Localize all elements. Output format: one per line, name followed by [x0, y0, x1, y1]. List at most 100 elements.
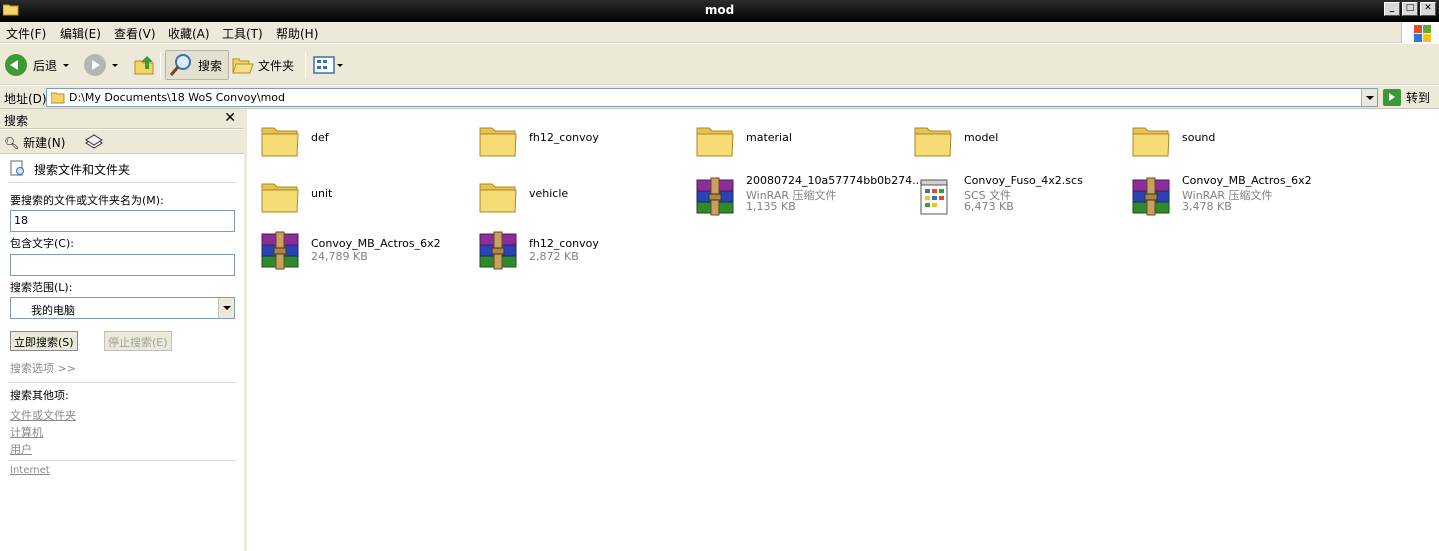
file-name: sound	[1182, 131, 1216, 144]
contains-text-input[interactable]	[10, 254, 235, 276]
folder-icon	[259, 176, 301, 218]
menu-file[interactable]: 文件(F)	[6, 25, 46, 42]
up-folder-button[interactable]	[133, 50, 157, 80]
file-item[interactable]: material	[688, 116, 898, 168]
forward-button[interactable]	[84, 50, 118, 80]
folders-label: 文件夹	[258, 58, 295, 73]
file-item[interactable]: Convoy_MB_Actros_6x2 WinRAR 压缩文件 3,478 K…	[1124, 172, 1334, 224]
search-label: 搜索	[198, 58, 223, 73]
folders-icon	[232, 58, 254, 74]
folder-icon	[259, 120, 301, 162]
views-icon	[313, 56, 335, 74]
file-name: fh12_convoy	[529, 237, 599, 250]
file-name: def	[311, 131, 329, 144]
file-name: fh12_convoy	[529, 131, 599, 144]
search-other-computer-link[interactable]: 计算机	[10, 424, 43, 440]
folder-icon	[477, 120, 519, 162]
scs-file-icon	[920, 179, 948, 215]
folder-icon	[912, 120, 954, 162]
file-name: Convoy_Fuso_4x2.scs	[964, 174, 1083, 187]
scope-field-label: 搜索范围(L):	[10, 281, 73, 294]
new-search-button[interactable]: 🔍︎ 新建(N)	[4, 134, 65, 151]
menu-help[interactable]: 帮助(H)	[276, 25, 318, 42]
menu-view[interactable]: 查看(V)	[114, 25, 156, 42]
file-item[interactable]: def	[253, 116, 463, 168]
address-bar: 地址(D) D:\My Documents\18 WoS Convoy\mod …	[0, 86, 1439, 109]
go-button[interactable]: 转到	[1383, 89, 1430, 106]
file-size: 24,789 KB	[311, 250, 368, 263]
search-other-label: 搜索其他项:	[10, 389, 69, 402]
new-search-label: 新建(N)	[23, 136, 66, 150]
maximize-button[interactable]: □	[1402, 2, 1418, 16]
file-name: unit	[311, 187, 333, 200]
scope-value: 我的电脑	[31, 304, 75, 317]
file-name: vehicle	[529, 187, 569, 200]
windows-logo-icon	[1401, 22, 1439, 43]
file-item[interactable]: model	[906, 116, 1116, 168]
search-pane-title: 搜索	[4, 114, 29, 128]
file-item[interactable]: fh12_convoy	[471, 116, 681, 168]
winrar-archive-icon	[477, 230, 519, 272]
back-arrow-icon	[5, 54, 27, 76]
search-toolbar-button[interactable]: 搜索	[165, 50, 230, 80]
document-search-icon	[10, 160, 24, 176]
address-label: 地址(D)	[4, 92, 47, 106]
chevron-down-icon[interactable]	[218, 298, 234, 318]
minimize-button[interactable]: _	[1384, 2, 1400, 16]
winrar-archive-icon	[259, 230, 301, 272]
close-button[interactable]: ✕	[1420, 2, 1436, 16]
winrar-archive-icon	[694, 176, 736, 218]
up-folder-icon	[134, 56, 154, 75]
file-size: 3,478 KB	[1182, 200, 1232, 213]
file-item[interactable]: unit	[253, 172, 463, 224]
file-name: Convoy_MB_Actros_6x2	[311, 237, 441, 250]
menu-tools[interactable]: 工具(T)	[222, 25, 263, 42]
back-button[interactable]: 后退	[5, 50, 70, 80]
search-other-internet-link[interactable]: Internet	[10, 465, 50, 476]
file-list: def fh12_convoy material model sound uni…	[250, 110, 1439, 551]
contains-field-label: 包含文字(C):	[10, 237, 74, 250]
file-item[interactable]: sound	[1124, 116, 1334, 168]
scope-select[interactable]: 我的电脑	[10, 297, 235, 319]
filename-input[interactable]: 18	[10, 210, 235, 232]
folder-icon	[694, 120, 736, 162]
winrar-archive-icon	[1130, 176, 1172, 218]
menu-edit[interactable]: 编辑(E)	[60, 25, 101, 42]
file-item[interactable]: 20080724_10a57774bb0b274... WinRAR 压缩文件 …	[688, 172, 923, 224]
file-item[interactable]: fh12_convoy 2,872 KB	[471, 226, 681, 278]
chevron-down-icon[interactable]	[112, 63, 118, 67]
address-dropdown-button[interactable]	[1361, 89, 1377, 106]
menu-bar: 文件(F) 编辑(E) 查看(V) 收藏(A) 工具(T) 帮助(H)	[0, 22, 1439, 43]
chevron-down-icon[interactable]	[63, 63, 70, 67]
close-pane-button[interactable]: ✕	[224, 110, 236, 126]
file-item[interactable]: Convoy_MB_Actros_6x2 24,789 KB	[253, 226, 463, 278]
search-files-label: 搜索文件和文件夹	[34, 162, 131, 177]
address-input[interactable]: D:\My Documents\18 WoS Convoy\mod	[46, 88, 1378, 107]
views-button[interactable]	[313, 50, 343, 80]
search-files-title: 搜索文件和文件夹	[10, 160, 130, 178]
folders-button[interactable]: 文件夹	[232, 50, 294, 80]
search-icon	[169, 54, 191, 76]
file-name: Convoy_MB_Actros_6x2	[1182, 174, 1312, 187]
search-other-users-link[interactable]: 用户	[10, 441, 32, 457]
stack-icon[interactable]	[84, 133, 104, 151]
file-size: 2,872 KB	[529, 250, 579, 263]
address-path: D:\My Documents\18 WoS Convoy\mod	[69, 91, 286, 104]
search-now-button[interactable]: 立即搜索(S)	[10, 331, 78, 351]
stop-search-button[interactable]: 停止搜索(E)	[104, 331, 172, 351]
search-options-link[interactable]: 搜索选项 >>	[10, 360, 76, 376]
forward-arrow-icon	[84, 54, 106, 76]
file-item[interactable]: vehicle	[471, 172, 681, 224]
file-size: 6,473 KB	[964, 200, 1014, 213]
file-name: 20080724_10a57774bb0b274...	[746, 174, 923, 187]
search-other-files-link[interactable]: 文件或文件夹	[10, 407, 76, 423]
chevron-down-icon[interactable]	[337, 63, 343, 67]
folder-icon	[477, 176, 519, 218]
toolbar: 后退 搜索 文件夹	[0, 44, 1439, 85]
file-item[interactable]: Convoy_Fuso_4x2.scs SCS 文件 6,473 KB	[906, 172, 1116, 224]
title-bar: mod _ □ ✕	[0, 0, 1439, 22]
folder-icon	[51, 92, 65, 104]
file-name: material	[746, 131, 792, 144]
menu-favorites[interactable]: 收藏(A)	[168, 25, 210, 42]
search-pane: 搜索 ✕ 🔍︎ 新建(N) 搜索文件和文件夹 要搜索的文件或文件夹名为(M): …	[0, 109, 247, 551]
